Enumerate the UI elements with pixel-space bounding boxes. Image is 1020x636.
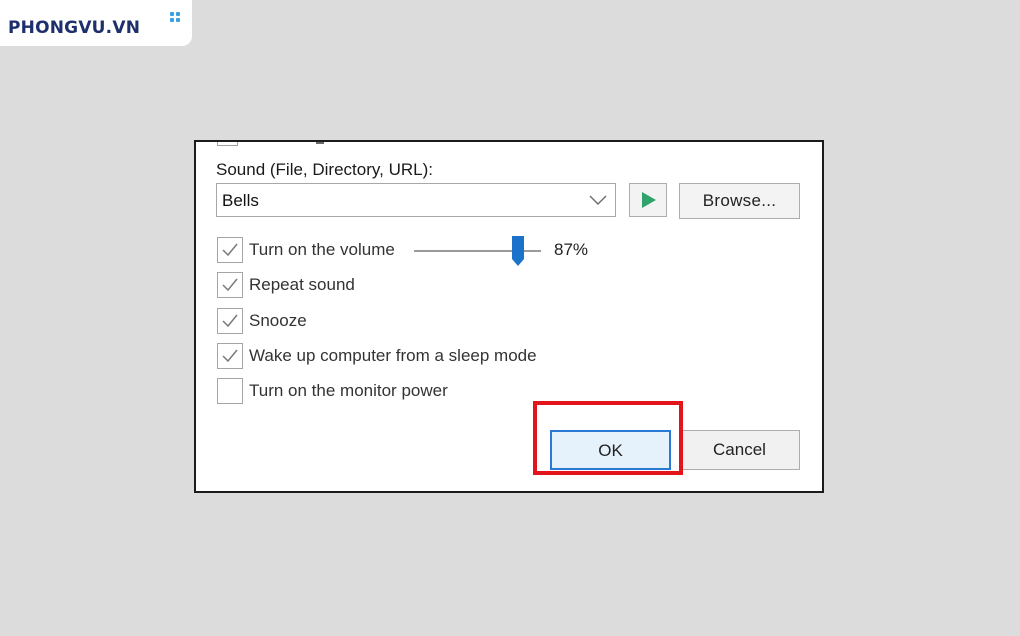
- option-label: Turn on the volume: [249, 240, 395, 259]
- checkmark-icon: [222, 349, 238, 363]
- browse-button[interactable]: Browse...: [679, 183, 800, 219]
- snooze-checkbox[interactable]: [217, 308, 243, 334]
- ok-highlight-box: [533, 401, 683, 475]
- option-label: Turn on the monitor power: [249, 381, 448, 400]
- sound-select-value: Bells: [222, 191, 259, 210]
- checkmark-icon: [222, 314, 238, 328]
- option-label: Snooze: [249, 311, 307, 330]
- chevron-down-icon: [589, 195, 607, 205]
- alarm-sound-dialog: Sound (File, Directory, URL): Bells Brow…: [194, 140, 824, 493]
- cancel-button[interactable]: Cancel: [679, 430, 800, 470]
- logo-text: PHONGVU.VN: [8, 18, 141, 38]
- clipped-text-fragment: [316, 142, 324, 144]
- volume-percent: 87%: [554, 240, 589, 259]
- clipped-checkbox: [217, 142, 238, 146]
- volume-checkbox[interactable]: [217, 237, 243, 263]
- sound-label: Sound (File, Directory, URL):: [216, 160, 433, 179]
- play-button[interactable]: [629, 183, 667, 217]
- play-icon: [642, 192, 656, 208]
- checkmark-icon: [222, 243, 238, 257]
- volume-slider-thumb[interactable]: [511, 235, 525, 267]
- logo-watermark: PHONGVU.VN: [0, 0, 192, 46]
- logo-dots-icon: [170, 12, 180, 22]
- option-label: Wake up computer from a sleep mode: [249, 346, 537, 365]
- monitor-power-checkbox[interactable]: [217, 378, 243, 404]
- sound-select[interactable]: Bells: [216, 183, 616, 217]
- option-label: Repeat sound: [249, 275, 355, 294]
- repeat-sound-checkbox[interactable]: [217, 272, 243, 298]
- checkmark-icon: [222, 278, 238, 292]
- wake-up-checkbox[interactable]: [217, 343, 243, 369]
